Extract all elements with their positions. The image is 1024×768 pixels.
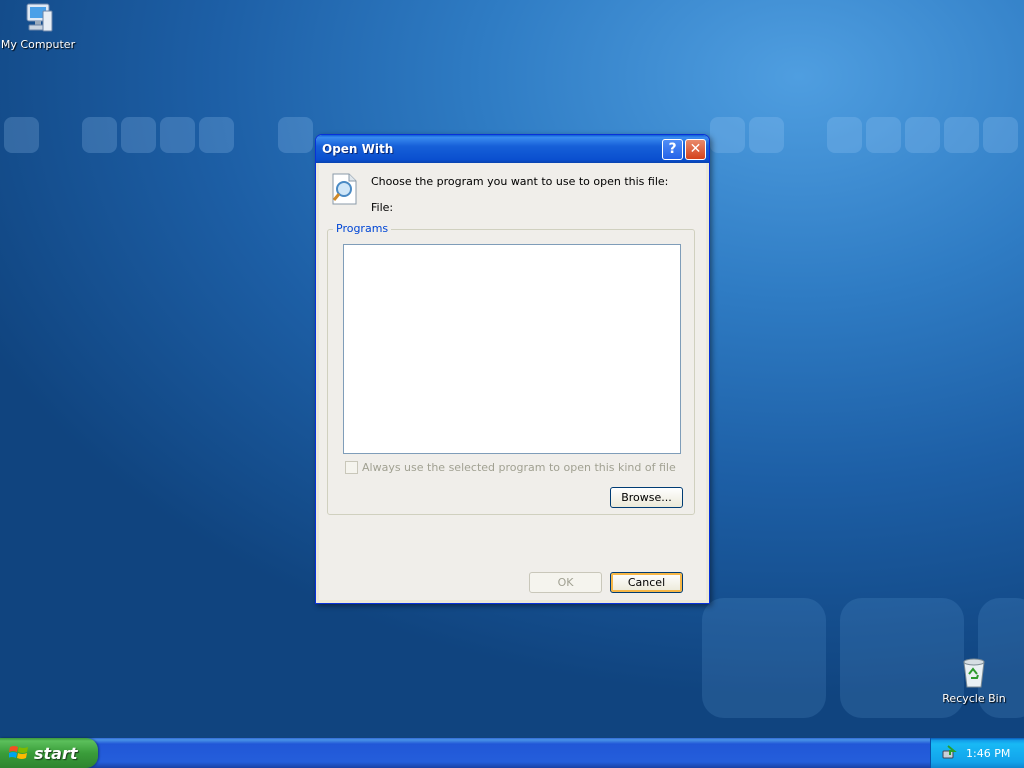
recycle-bin-icon: [963, 658, 985, 688]
clock[interactable]: 1:46 PM: [966, 747, 1010, 760]
desktop-icon-label: My Computer: [0, 38, 76, 51]
start-button[interactable]: start: [0, 738, 98, 768]
cancel-button[interactable]: Cancel: [610, 572, 683, 593]
document-search-icon: [332, 173, 357, 205]
dialog-body: Choose the program you want to use to op…: [319, 163, 706, 600]
always-use-checkbox-row: Always use the selected program to open …: [345, 461, 676, 474]
file-label: File:: [371, 201, 394, 214]
desktop-icon-my-computer[interactable]: My Computer: [0, 2, 78, 51]
safely-remove-hardware-icon[interactable]: [941, 745, 957, 761]
start-label: start: [34, 743, 78, 763]
desktop-icon-label: Recycle Bin: [942, 692, 1006, 705]
computer-icon: [26, 3, 53, 32]
programs-list[interactable]: [343, 244, 681, 454]
ok-button: OK: [529, 572, 602, 593]
dialog-titlebar[interactable]: Open With ? ✕: [316, 135, 709, 163]
taskbar: start 1:46 PM: [0, 738, 1024, 768]
desktop-icon-recycle-bin[interactable]: Recycle Bin: [934, 656, 1014, 705]
programs-groupbox: Programs Always use the selected program…: [327, 222, 695, 515]
open-with-dialog: Open With ? ✕ Choose the program you wan…: [315, 134, 710, 604]
dialog-prompt: Choose the program you want to use to op…: [371, 175, 669, 188]
dialog-title: Open With: [322, 142, 394, 156]
always-use-label: Always use the selected program to open …: [362, 461, 676, 474]
help-icon: ?: [668, 141, 677, 157]
close-button[interactable]: ✕: [685, 138, 706, 160]
help-button[interactable]: ?: [662, 138, 683, 160]
windows-logo-icon: [9, 746, 28, 759]
system-tray: 1:46 PM: [930, 738, 1024, 768]
close-icon: ✕: [689, 141, 702, 157]
always-use-checkbox: [345, 461, 358, 474]
programs-group-title: Programs: [333, 222, 392, 235]
browse-button[interactable]: Browse...: [610, 487, 683, 508]
